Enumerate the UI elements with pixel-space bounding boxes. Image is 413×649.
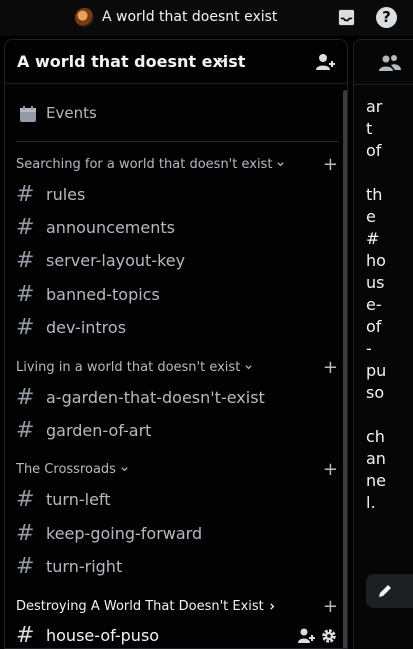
channel-label: house-of-puso bbox=[46, 626, 160, 645]
channel-label: dev-intros bbox=[46, 318, 127, 337]
chevron-right-icon bbox=[270, 603, 275, 610]
gear-icon[interactable] bbox=[322, 629, 336, 643]
server-header[interactable]: A world that doesnt exist bbox=[5, 40, 347, 84]
hash-icon: # bbox=[16, 215, 35, 240]
chat-fragment: th bbox=[366, 185, 383, 204]
chat-text: ar t of th e # ho us e- of - pu so ch an… bbox=[366, 96, 410, 514]
chat-fragment bbox=[366, 162, 410, 184]
channel-label: turn-left bbox=[46, 490, 111, 509]
channel-label: announcements bbox=[46, 218, 175, 237]
sidebar-scrollbar[interactable] bbox=[343, 90, 347, 648]
chat-fragment: l. bbox=[366, 493, 376, 512]
hash-icon: # bbox=[16, 385, 35, 410]
chat-fragment bbox=[366, 404, 410, 426]
edit-button[interactable] bbox=[366, 574, 413, 608]
chat-fragment: an bbox=[366, 449, 386, 468]
inbox-icon[interactable] bbox=[337, 8, 356, 27]
invite-people-icon[interactable] bbox=[315, 52, 337, 72]
member-list-icon[interactable] bbox=[379, 53, 401, 73]
hash-icon: # bbox=[16, 521, 35, 546]
hash-icon: # bbox=[16, 418, 35, 443]
chat-fragment: ch bbox=[366, 427, 385, 446]
channel-label: banned-topics bbox=[46, 285, 160, 304]
chat-fragment: ho bbox=[366, 251, 386, 270]
add-channel-icon[interactable]: + bbox=[323, 155, 338, 175]
events-item[interactable]: Events bbox=[19, 102, 337, 128]
channel-banned-topics[interactable]: # banned-topics bbox=[16, 280, 338, 310]
chevron-down-icon bbox=[277, 162, 285, 167]
channel-label: keep-going-forward bbox=[46, 524, 203, 543]
channel-label: rules bbox=[46, 185, 86, 204]
window-title: A world that doesnt exist bbox=[102, 9, 278, 25]
events-label: Events bbox=[46, 104, 97, 122]
category-label: Destroying A World That Doesn't Exist bbox=[16, 599, 264, 614]
divider bbox=[16, 141, 338, 142]
add-channel-icon[interactable]: + bbox=[323, 460, 338, 480]
chat-fragment: of bbox=[366, 317, 382, 336]
channel-announcements[interactable]: # announcements bbox=[16, 213, 338, 243]
chat-fragment: e- bbox=[366, 295, 382, 314]
category-living[interactable]: Living in a world that doesn't exist + bbox=[16, 358, 338, 380]
chat-fragment: us bbox=[366, 273, 385, 292]
pencil-icon bbox=[379, 585, 391, 597]
chevron-down-icon bbox=[121, 467, 128, 472]
channel-turn-right[interactable]: # turn-right bbox=[16, 552, 338, 582]
channel-label: server-layout-key bbox=[46, 251, 186, 270]
chat-fragment: t bbox=[366, 119, 373, 138]
category-searching[interactable]: Searching for a world that doesn't exist… bbox=[16, 155, 338, 177]
hash-icon: # bbox=[16, 315, 35, 340]
calendar-icon bbox=[20, 106, 36, 122]
channel-turn-left[interactable]: # turn-left bbox=[16, 485, 338, 515]
channel-dev-intros[interactable]: # dev-intros bbox=[16, 313, 338, 343]
invite-icon[interactable] bbox=[298, 628, 315, 644]
channel-rules[interactable]: # rules bbox=[16, 180, 338, 210]
category-label: Living in a world that doesn't exist bbox=[16, 360, 241, 375]
category-crossroads[interactable]: The Crossroads + bbox=[16, 460, 338, 482]
channel-tools bbox=[298, 628, 336, 644]
category-destroying[interactable]: Destroying A World That Doesn't Exist + bbox=[16, 597, 338, 619]
chat-panel: ar t of th e # ho us e- of - pu so ch an… bbox=[353, 39, 413, 649]
chat-fragment: e bbox=[366, 207, 376, 226]
channel-label: turn-right bbox=[46, 557, 123, 576]
chat-fragment: so bbox=[366, 383, 385, 402]
chat-fragment: - bbox=[366, 339, 372, 358]
chat-fragment: pu bbox=[366, 361, 387, 380]
category-label: The Crossroads bbox=[16, 462, 116, 477]
add-channel-icon[interactable]: + bbox=[323, 358, 338, 378]
add-channel-icon[interactable]: + bbox=[323, 597, 338, 617]
channel-server-layout-key[interactable]: # server-layout-key bbox=[16, 246, 338, 276]
hash-icon: # bbox=[16, 248, 35, 273]
chat-fragment: ar bbox=[366, 97, 383, 116]
hash-icon: # bbox=[16, 554, 35, 579]
chat-fragment: # bbox=[366, 229, 380, 248]
help-icon[interactable]: ? bbox=[376, 7, 397, 28]
channel-label: garden-of-art bbox=[46, 421, 152, 440]
chat-fragment: of bbox=[366, 141, 382, 160]
server-name[interactable]: A world that doesnt exist bbox=[17, 52, 245, 71]
channel-house-of-puso[interactable]: # house-of-puso bbox=[16, 621, 338, 648]
channel-keep-going-forward[interactable]: # keep-going-forward bbox=[16, 519, 338, 549]
channel-label: a-garden-that-doesn't-exist bbox=[46, 388, 265, 407]
channel-sidebar: A world that doesnt exist Events Searchi… bbox=[4, 39, 348, 649]
channel-a-garden[interactable]: # a-garden-that-doesn't-exist bbox=[16, 383, 338, 413]
hash-icon: # bbox=[16, 182, 35, 207]
chevron-down-icon bbox=[245, 365, 252, 370]
channel-garden-of-art[interactable]: # garden-of-art bbox=[16, 416, 338, 446]
category-label: Searching for a world that doesn't exist bbox=[16, 157, 273, 172]
server-avatar-icon bbox=[75, 8, 94, 27]
chevron-down-icon[interactable] bbox=[216, 54, 228, 66]
chat-fragment: ne bbox=[366, 471, 386, 490]
hash-icon: # bbox=[16, 623, 35, 648]
hash-icon: # bbox=[16, 282, 35, 307]
hash-icon: # bbox=[16, 487, 35, 512]
divider bbox=[354, 84, 413, 85]
title-bar: A world that doesnt exist ? bbox=[0, 0, 413, 36]
